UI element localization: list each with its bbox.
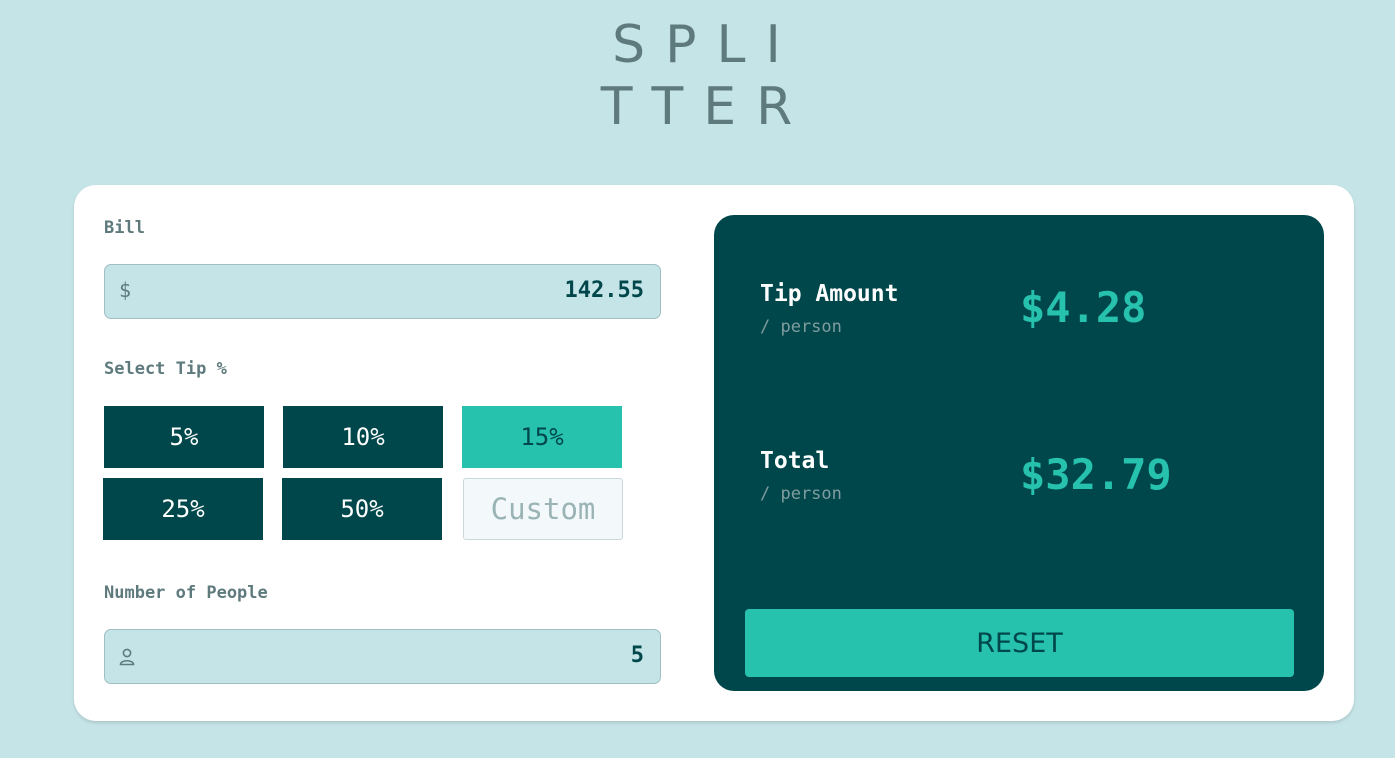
calculator-card: Bill $ 142.55 Select Tip % 5% 10% 15% 25… (74, 185, 1354, 721)
total-label: Total (760, 448, 830, 474)
select-tip-label: Select Tip % (104, 359, 227, 379)
bill-input[interactable]: $ 142.55 (104, 264, 661, 319)
people-input[interactable]: 5 (104, 629, 661, 684)
bill-label: Bill (104, 218, 145, 238)
people-label: Number of People (104, 583, 268, 603)
tip-button-50[interactable]: 50% (282, 478, 442, 540)
logo-line-1: SPLI (612, 15, 801, 75)
total-sublabel: / person (760, 484, 842, 504)
tip-amount-label: Tip Amount (760, 281, 899, 307)
tip-button-10[interactable]: 10% (283, 406, 443, 468)
custom-tip-input[interactable]: Custom (463, 478, 623, 540)
bill-value: 142.55 (564, 278, 644, 303)
dollar-icon: $ (119, 278, 132, 302)
tip-amount-sublabel: / person (760, 317, 842, 337)
app-logo: SPLI TTER (0, 14, 1395, 138)
reset-button[interactable]: RESET (745, 609, 1294, 677)
tip-button-15[interactable]: 15% (462, 406, 622, 468)
tip-amount-value: $4.28 (1020, 283, 1147, 332)
person-icon (119, 648, 135, 666)
tip-button-25[interactable]: 25% (103, 478, 263, 540)
total-value: $32.79 (1020, 450, 1172, 499)
results-panel: Tip Amount / person $4.28 Total / person… (714, 215, 1324, 691)
logo-line-2: TTER (600, 77, 813, 137)
people-value: 5 (630, 643, 644, 668)
tip-button-5[interactable]: 5% (104, 406, 264, 468)
